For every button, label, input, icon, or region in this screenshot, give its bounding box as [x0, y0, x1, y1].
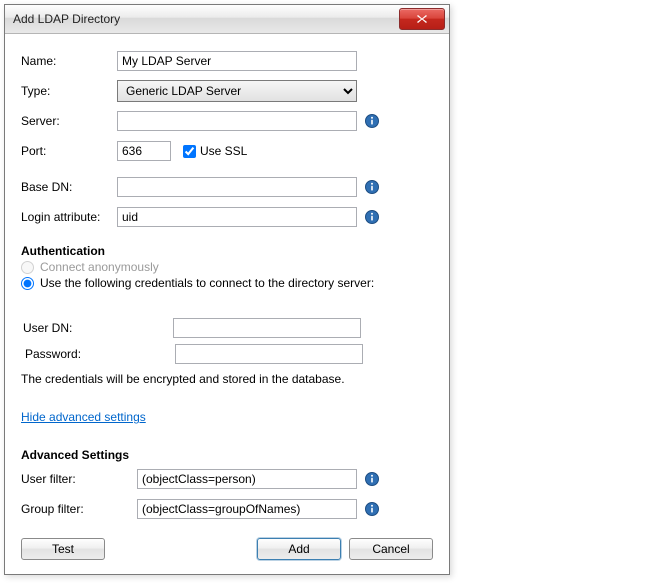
add-button[interactable]: Add [257, 538, 341, 560]
dialog-window: Add LDAP Directory Name: Type: Generic L… [4, 4, 450, 575]
row-server: Server: [21, 110, 433, 132]
credentials-note: The credentials will be encrypted and st… [21, 372, 433, 386]
port-input[interactable] [117, 141, 171, 161]
label-login-attr: Login attribute: [21, 210, 117, 224]
type-select[interactable]: Generic LDAP Server [117, 80, 357, 102]
row-group-filter: Group filter: [21, 498, 433, 520]
test-button[interactable]: Test [21, 538, 105, 560]
close-icon [416, 14, 428, 24]
label-user-dn: User DN: [21, 321, 173, 335]
toggle-advanced-link[interactable]: Hide advanced settings [21, 410, 146, 424]
label-password: Password: [21, 347, 175, 361]
info-icon[interactable] [365, 114, 379, 128]
row-port: Port: Use SSL [21, 140, 433, 162]
auth-creds-label: Use the following credentials to connect… [40, 276, 374, 290]
row-base-dn: Base DN: [21, 176, 433, 198]
advanced-header: Advanced Settings [21, 448, 433, 462]
row-user-filter: User filter: [21, 468, 433, 490]
row-login-attr: Login attribute: [21, 206, 433, 228]
info-icon[interactable] [365, 502, 379, 516]
name-input[interactable] [117, 51, 357, 71]
login-attr-input[interactable] [117, 207, 357, 227]
auth-anon-row: Connect anonymously [21, 260, 433, 274]
use-ssl-label: Use SSL [200, 144, 247, 158]
label-user-filter: User filter: [21, 472, 137, 486]
group-filter-input[interactable] [137, 499, 357, 519]
label-name: Name: [21, 54, 117, 68]
user-filter-input[interactable] [137, 469, 357, 489]
auth-creds-radio[interactable] [21, 277, 34, 290]
use-ssl-checkbox[interactable] [183, 145, 196, 158]
auth-creds-row: Use the following credentials to connect… [21, 276, 433, 290]
info-icon[interactable] [365, 210, 379, 224]
auth-header: Authentication [21, 244, 433, 258]
auth-anon-radio [21, 261, 34, 274]
label-type: Type: [21, 84, 117, 98]
info-icon[interactable] [365, 472, 379, 486]
label-port: Port: [21, 144, 117, 158]
row-password: Password: [21, 344, 433, 364]
dialog-content: Name: Type: Generic LDAP Server Server: [5, 34, 449, 574]
auth-anon-label: Connect anonymously [40, 260, 159, 274]
titlebar: Add LDAP Directory [5, 5, 449, 34]
button-bar: Test Add Cancel [21, 538, 433, 560]
base-dn-input[interactable] [117, 177, 357, 197]
cancel-button[interactable]: Cancel [349, 538, 433, 560]
label-base-dn: Base DN: [21, 180, 117, 194]
use-ssl-wrapper: Use SSL [183, 144, 247, 158]
password-input[interactable] [175, 344, 363, 364]
row-type: Type: Generic LDAP Server [21, 80, 433, 102]
label-group-filter: Group filter: [21, 502, 137, 516]
row-name: Name: [21, 50, 433, 72]
user-dn-input[interactable] [173, 318, 361, 338]
info-icon[interactable] [365, 180, 379, 194]
close-button[interactable] [399, 8, 445, 30]
label-server: Server: [21, 114, 117, 128]
row-user-dn: User DN: [21, 318, 433, 338]
server-input[interactable] [117, 111, 357, 131]
window-title: Add LDAP Directory [13, 12, 120, 26]
